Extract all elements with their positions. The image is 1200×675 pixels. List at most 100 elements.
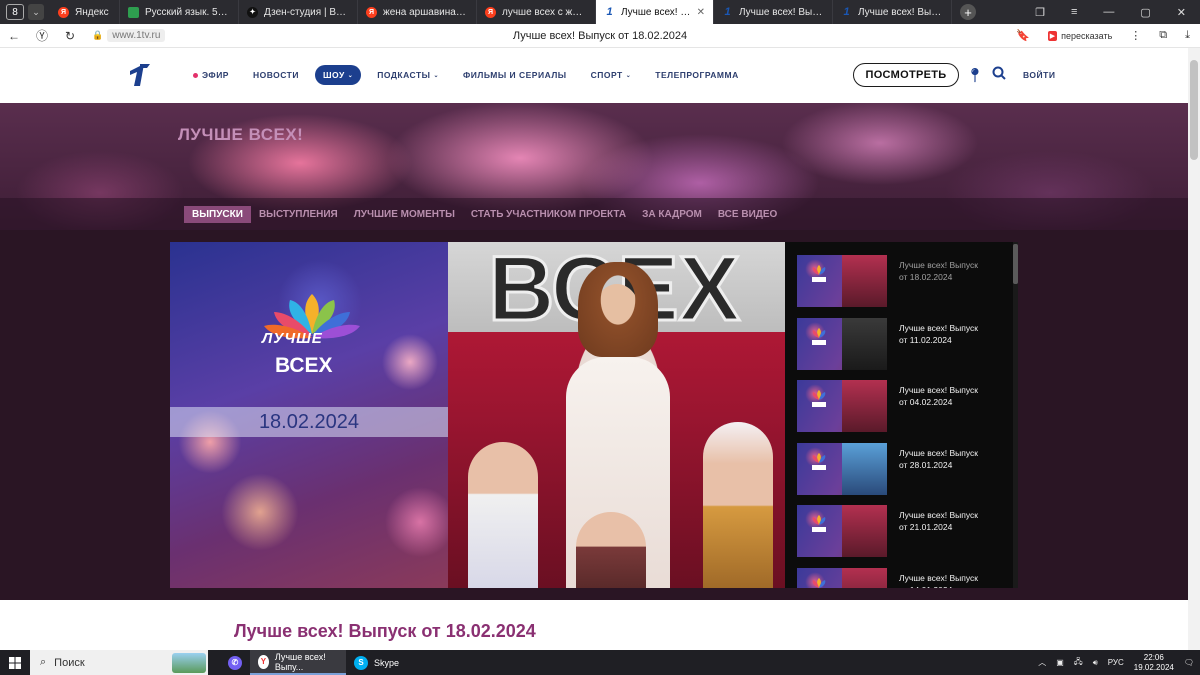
watch-button[interactable]: ПОСМОТРЕТЬ — [853, 63, 959, 87]
browser-tab-label: Лучше всех! Выпуск от 1 — [858, 6, 943, 18]
video-frame[interactable]: ВСЕХ — [448, 242, 785, 588]
playlist-item-title-line1: Лучше всех! Выпуск — [899, 510, 978, 520]
maximize-icon[interactable]: ▢ — [1140, 6, 1150, 19]
menu-item[interactable]: ФИЛЬМЫ И СЕРИАЛЫ — [451, 70, 579, 80]
browser-tab[interactable]: 1 Лучше всех! Выпуск о✕ — [596, 0, 714, 24]
playlist-item[interactable]: Лучше всех! Выпуск от 04.02.2024 — [797, 380, 1007, 432]
playlist-item-title-line2: от 04.02.2024 — [899, 397, 953, 407]
channel-one-logo-icon[interactable] — [126, 62, 152, 88]
taskbar-search-label: Поиск — [54, 656, 85, 669]
playlist-item[interactable]: Лучше всех! Выпуск от 18.02.2024 — [797, 255, 1007, 307]
url-text[interactable]: www.1tv.ru — [107, 29, 166, 42]
browser-menu-icon[interactable]: ≡ — [1071, 6, 1077, 19]
playlist-item[interactable]: Лучше всех! Выпуск от 11.02.2024 — [797, 317, 1007, 370]
network-icon[interactable]: 🖧 — [1074, 656, 1083, 670]
yandex-favicon-icon: Я — [485, 6, 496, 18]
taskbar-clock[interactable]: 22:06 19.02.2024 — [1134, 653, 1174, 673]
retell-badge-icon: ▶ — [1047, 30, 1058, 41]
browser-tab-label: Лучше всех! Выпуск от 1 — [739, 6, 824, 18]
login-link[interactable]: ВОЙТИ — [1023, 70, 1055, 80]
playlist-thumbnail[interactable] — [797, 567, 887, 588]
browser-tab[interactable]: Я Яндекс — [50, 0, 120, 24]
minimize-icon[interactable]: — — [1103, 6, 1114, 19]
chevron-down-icon: ⌄ — [433, 72, 440, 79]
menu-item[interactable]: НОВОСТИ — [241, 70, 311, 80]
tray-chevron-up-icon[interactable]: ︿ — [1038, 657, 1046, 668]
browser-tab-label: лучше всех с жанной бы — [502, 6, 587, 18]
subnav-tab[interactable]: СТАТЬ УЧАСТНИКОМ ПРОЕКТА — [463, 206, 634, 223]
playlist-thumbnail[interactable] — [797, 380, 887, 432]
notifications-icon[interactable]: 🗨︎ — [1184, 658, 1194, 667]
page-scrollbar[interactable] — [1188, 48, 1200, 650]
subnav-tab[interactable]: ВЫСТУПЛЕНИЯ — [251, 206, 346, 223]
tabs-menu-chevron-icon[interactable]: ⌄ — [28, 4, 44, 20]
browser-tab[interactable]: Русский язык. 5 класс. 1- — [120, 0, 239, 24]
show-logo-mini-icon — [812, 390, 826, 407]
channel-one-favicon-icon: 1 — [843, 6, 850, 18]
playlist-scrollbar-thumb[interactable] — [1013, 244, 1018, 284]
playlist-item-title-line1: Лучше всех! Выпуск — [899, 447, 978, 458]
volume-icon[interactable]: 🔊︎ — [1093, 658, 1098, 668]
language-indicator[interactable]: РУС — [1108, 658, 1124, 667]
playlist-item[interactable]: Лучше всех! Выпуск от 28.01.2024 — [797, 442, 1007, 495]
close-tab-icon[interactable]: ✕ — [697, 7, 705, 18]
new-tab-plus-icon[interactable]: + — [960, 4, 976, 20]
page-scrollbar-thumb[interactable] — [1190, 60, 1198, 160]
window-controls: ❐ ≡ — ▢ ✕ — [1035, 6, 1186, 19]
subnav-tab[interactable]: ВЫПУСКИ — [184, 206, 251, 223]
playlist-item-title: Лучше всех! Выпуск от 11.02.2024 — [887, 318, 978, 370]
browser-tab[interactable]: Ялучше всех с жанной бы — [477, 0, 596, 24]
browser-tab[interactable]: 1 Лучше всех! Выпуск от 1 — [714, 0, 833, 24]
video-player[interactable]: ЛУЧШЕ ВСЕХ 18.02.2024 ВСЕХ — [170, 242, 785, 588]
menu-item-label: ФИЛЬМЫ И СЕРИАЛЫ — [463, 70, 567, 80]
episode-playlist[interactable]: Лучше всех! Выпуск от 18.02.2024 Лучше все… — [785, 242, 1018, 588]
menu-item[interactable]: ШОУ ⌄ — [315, 65, 362, 85]
close-window-icon[interactable]: ✕ — [1177, 6, 1186, 19]
retell-button[interactable]: ▶ пересказать — [1047, 30, 1112, 41]
menu-item-label: ШОУ — [323, 70, 345, 80]
yandex-home-icon[interactable]: Ⓨ — [28, 27, 56, 44]
browser-tab-label: Русский язык. 5 класс. 1- — [145, 6, 230, 18]
playlist-item[interactable]: Лучше всех! Выпускот 14.01.2024 — [797, 567, 1007, 588]
reload-icon[interactable]: ↻ — [56, 29, 84, 43]
taskbar-search-icon: ⌕ — [40, 656, 47, 668]
subnav-tab[interactable]: ЛУЧШИЕ МОМЕНТЫ — [346, 206, 463, 223]
menu-item[interactable]: ЭФИР — [193, 70, 241, 80]
playlist-thumbnail[interactable] — [797, 255, 887, 307]
address-bar: ← Ⓨ ↻ 🔒 www.1tv.ru Лучше всех! Выпуск от… — [0, 24, 1200, 48]
playlist-thumbnail[interactable] — [797, 442, 887, 495]
extensions-icon[interactable]: ⧉ — [1159, 29, 1167, 42]
playlist-scrollbar[interactable] — [1013, 242, 1018, 588]
playlist-item[interactable]: Лучше всех! Выпуск от 21.01.2024 — [797, 505, 1007, 557]
bookmark-icon[interactable]: 🔖 — [1016, 29, 1030, 42]
menu-item[interactable]: ПОДКАСТЫ ⌄ — [365, 70, 451, 80]
menu-item[interactable]: СПОРТ ⌄ — [579, 70, 644, 80]
windows-start-icon[interactable] — [0, 650, 30, 675]
subnav-tab[interactable]: ЗА КАДРОМ — [634, 206, 710, 223]
menu-item-label: ЭФИР — [202, 70, 229, 80]
taskbar-app[interactable]: ✆ — [220, 650, 250, 675]
search-highlight-image[interactable] — [172, 652, 206, 673]
menu-item[interactable]: ТЕЛЕПРОГРАММА — [643, 70, 750, 80]
download-icon[interactable]: ⤓ — [1185, 29, 1190, 42]
browser-tab[interactable]: 1 Лучше всех! Выпуск от 1 — [833, 0, 952, 24]
location-pin-icon[interactable]: 📍︎ — [966, 67, 984, 84]
taskbar-app[interactable]: S Skype — [346, 650, 407, 675]
playlist-thumbnail[interactable] — [797, 505, 887, 557]
tab-count-button[interactable]: 8 — [6, 4, 24, 20]
tray-device-icon[interactable]: ▣ — [1056, 658, 1064, 667]
url-field[interactable]: 🔒 www.1tv.ru — [92, 29, 166, 42]
more-options-icon[interactable]: ⋮ — [1130, 29, 1141, 42]
taskbar-app[interactable]: Y Лучше всех! Выпу... — [250, 650, 346, 675]
browser-tab[interactable]: Яжена аршавина бывшая — [358, 0, 477, 24]
tab-manager-icon[interactable]: ❐ — [1035, 6, 1045, 19]
subnav-tab[interactable]: ВСЕ ВИДЕО — [710, 206, 786, 223]
search-icon[interactable] — [992, 66, 1006, 80]
thumbnail-scene — [842, 505, 887, 557]
back-arrow-icon[interactable]: ← — [0, 29, 28, 43]
browser-tab-label: Лучше всех! Выпуск о — [621, 6, 697, 18]
playlist-item-title: Лучше всех! Выпуск от 21.01.2024 — [887, 505, 978, 557]
playlist-thumbnail[interactable] — [797, 317, 887, 370]
browser-tab[interactable]: ✦ Дзен-студия | Всем Жан — [239, 0, 358, 24]
yandex-favicon-icon: Я — [58, 6, 69, 18]
